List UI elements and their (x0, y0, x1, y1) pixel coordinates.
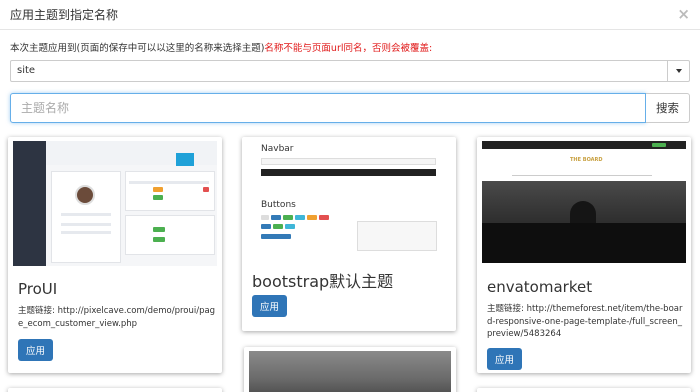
theme-card-proui: ProUI 主题链接: http://pixelcave.com/demo/pr… (8, 137, 222, 373)
theme-name: ProUI (18, 280, 58, 298)
apply-button[interactable]: 应用 (252, 295, 287, 317)
thumb-btn (295, 215, 305, 220)
thumb-header (482, 149, 686, 181)
thumb-chip (203, 187, 209, 192)
thumb-skyline (482, 223, 686, 263)
theme-thumbnail-envatomarket[interactable]: THE BOARD (482, 141, 686, 263)
thumb-dome (570, 201, 596, 223)
thumb-btn (261, 234, 291, 239)
modal-header: 应用主题到指定名称 × (0, 0, 700, 30)
thumb-btn (273, 224, 283, 229)
thumb-nav (512, 175, 652, 176)
theme-name: envatomarket (487, 278, 593, 296)
thumb-row (129, 181, 209, 184)
theme-link: 主题链接: http://themeforest.net/item/the-bo… (487, 303, 687, 341)
thumb-chip (153, 237, 165, 242)
apply-button[interactable]: 应用 (487, 348, 522, 370)
thumb-btn (271, 215, 281, 220)
thumb-btn (307, 215, 317, 220)
theme-card-partial (477, 388, 691, 392)
thumb-navbar (261, 158, 436, 165)
theme-name: bootstrap默认主题 (252, 272, 394, 291)
thumb-row (61, 213, 111, 216)
select-dropdown-button[interactable] (667, 61, 689, 81)
thumb-panel (125, 171, 215, 211)
theme-grid: ProUI 主题链接: http://pixelcave.com/demo/pr… (0, 137, 700, 392)
theme-link-label: 主题链接: (487, 304, 524, 314)
search-bar: 搜索 (10, 93, 690, 123)
theme-thumbnail-partial[interactable] (249, 351, 451, 392)
thumb-chip (153, 195, 163, 200)
thumb-sidebar (13, 141, 46, 266)
theme-card-partial (244, 347, 456, 392)
theme-card-envatomarket: THE BOARD envatomarket 主题链接: http://them… (477, 137, 691, 373)
notice-normal: 本次主题应用到(页面的保存中可以以这里的名称来选择主题) (10, 43, 265, 54)
notice-warning: 名称不能与页面url同名，否则会被覆盖: (264, 43, 433, 54)
caret-down-icon (675, 69, 682, 73)
thumb-avatar (75, 185, 95, 205)
theme-link-label: 主题链接: (18, 306, 55, 316)
thumb-heading-navbar: Navbar (261, 144, 294, 154)
thumb-active-tab (176, 153, 194, 166)
thumb-btn (652, 143, 666, 147)
thumb-heading-buttons: Buttons (261, 200, 296, 210)
thumb-brand: THE BOARD (570, 157, 603, 163)
theme-card-partial (8, 388, 222, 392)
thumb-btn (319, 215, 329, 220)
modal-body: 本次主题应用到(页面的保存中可以以这里的名称来选择主题)名称不能与页面url同名… (0, 42, 700, 123)
theme-link: 主题链接: http://pixelcave.com/demo/proui/pa… (18, 305, 218, 330)
theme-thumbnail-proui[interactable] (13, 141, 217, 266)
thumb-chip (153, 187, 163, 192)
thumb-navbar-dark (261, 169, 436, 176)
thumb-btn (283, 215, 293, 220)
theme-thumbnail-bootstrap[interactable]: Navbar Buttons (247, 141, 451, 263)
name-select[interactable]: site (10, 60, 690, 82)
apply-button[interactable]: 应用 (18, 339, 53, 361)
search-button[interactable]: 搜索 (646, 93, 690, 123)
thumb-btn (261, 224, 271, 229)
thumb-row (61, 223, 111, 226)
name-select-value: site (17, 65, 36, 76)
notice-text: 本次主题应用到(页面的保存中可以以这里的名称来选择主题)名称不能与页面url同名… (10, 42, 690, 56)
thumb-row (61, 231, 111, 234)
modal-title: 应用主题到指定名称 (10, 8, 119, 22)
search-input[interactable] (10, 93, 646, 123)
thumb-chip (153, 227, 165, 232)
thumb-panel (125, 215, 215, 255)
theme-card-bootstrap: Navbar Buttons bootstrap默认主题 应用 (242, 137, 456, 331)
thumb-btn (261, 215, 269, 220)
thumb-table (357, 221, 437, 251)
apply-theme-modal: 应用主题到指定名称 × 本次主题应用到(页面的保存中可以以这里的名称来选择主题)… (0, 0, 700, 392)
close-icon[interactable]: × (677, 7, 690, 22)
thumb-btn (285, 224, 295, 229)
